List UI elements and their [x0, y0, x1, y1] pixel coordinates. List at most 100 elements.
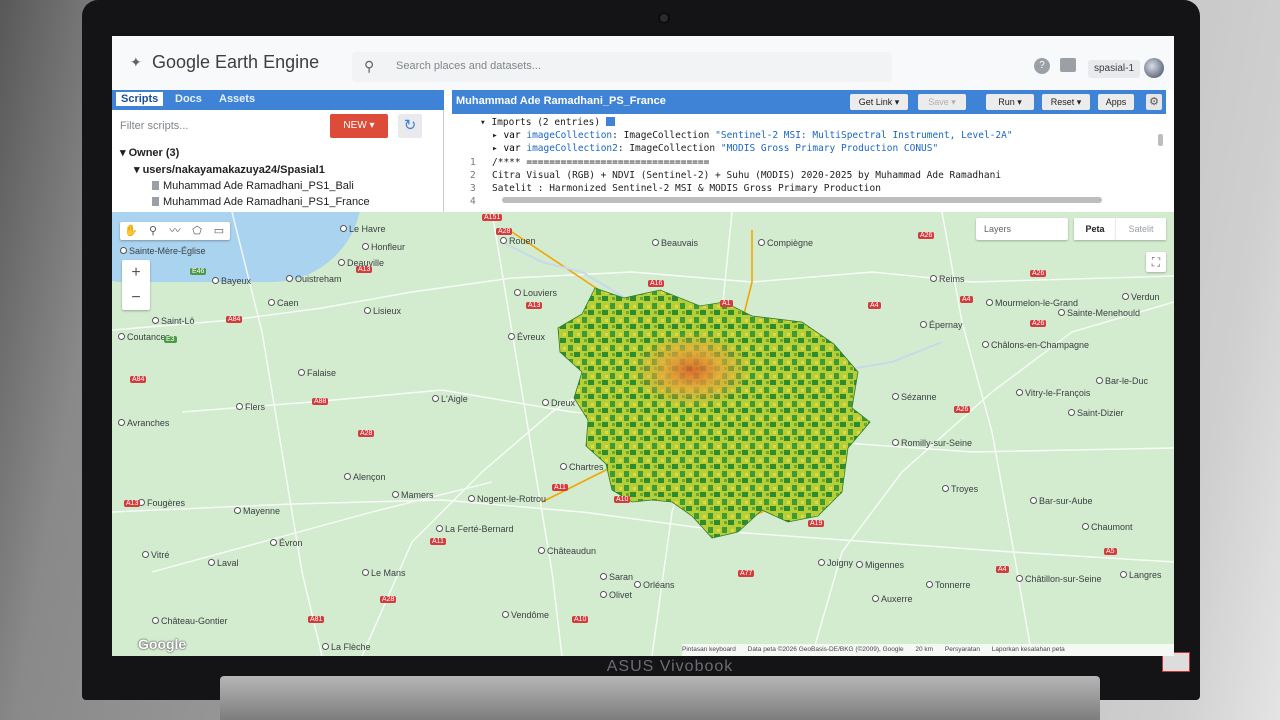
editor-hscrollbar[interactable]	[502, 197, 1102, 203]
import-row[interactable]: ▸ var imageCollection: ImageCollection "…	[492, 130, 1013, 141]
pan-hand-icon[interactable]: ✋	[124, 224, 138, 238]
layers-button[interactable]: Layers	[976, 218, 1068, 240]
app-header: ✦ Google Earth Engine ⚲ Search places an…	[112, 36, 1174, 90]
road-shield: A1	[720, 300, 733, 307]
new-button[interactable]: NEW ▾	[330, 114, 388, 138]
place-label: Saint-Dizier	[1068, 408, 1124, 418]
road-shield: A88	[312, 398, 329, 405]
tree-file[interactable]: Muhammad Ade Ramadhani_PS1_Bali	[152, 180, 354, 192]
road-shield: A28	[496, 228, 513, 235]
place-label: La Flèche	[322, 642, 371, 652]
google-logo: Google	[138, 636, 187, 652]
place-label: Orléans	[634, 580, 675, 590]
place-label: Fougères	[138, 498, 185, 508]
place-label: Migennes	[856, 560, 904, 570]
tab-scripts[interactable]: Scripts	[116, 92, 164, 106]
road-shield: A4	[868, 302, 881, 309]
webcam	[658, 12, 670, 24]
save-button[interactable]: Save ▾	[918, 94, 966, 110]
help-icon[interactable]: ?	[1034, 58, 1050, 74]
place-label: Châlons-en-Champagne	[982, 340, 1089, 350]
place-label: Nogent-le-Rotrou	[468, 494, 546, 504]
search-input[interactable]: Search places and datasets...	[396, 60, 541, 72]
zoom-in-button[interactable]: +	[122, 260, 150, 285]
ile-de-france-ndvi-overlay	[557, 287, 871, 539]
place-label: Troyes	[942, 484, 978, 494]
line-draw-icon[interactable]: 〰	[168, 224, 182, 238]
tab-assets[interactable]: Assets	[219, 93, 255, 105]
tab-docs[interactable]: Docs	[175, 93, 202, 105]
road-shield: A28	[380, 596, 397, 603]
place-label: Le Mans	[362, 568, 406, 578]
place-label: Falaise	[298, 368, 336, 378]
report-error-link[interactable]: Laporkan kesalahan peta	[992, 646, 1065, 653]
import-row[interactable]: ▸ var imageCollection2: ImageCollection …	[492, 143, 938, 154]
feedback-icon[interactable]	[1060, 58, 1076, 72]
place-label: Flers	[236, 402, 265, 412]
polygon-draw-icon[interactable]: ⬠	[190, 224, 204, 238]
place-label: Mourmelon-le-Grand	[986, 298, 1078, 308]
map-view[interactable]: Le Havre Honfleur Rouen Beauvais Compièg…	[112, 212, 1174, 656]
road-shield: A26	[954, 406, 971, 413]
imports-header[interactable]: ▾ Imports (2 entries)	[480, 117, 615, 128]
code-line[interactable]: Satelit : Harmonized Sentinel-2 MSI & MO…	[492, 183, 881, 194]
drawing-tools: ✋ ⚲ 〰 ⬠ ▭	[120, 222, 230, 240]
place-label: Compiègne	[758, 238, 813, 248]
place-label: Épernay	[920, 320, 963, 330]
apps-button[interactable]: Apps	[1098, 94, 1134, 110]
run-button[interactable]: Run ▾	[986, 94, 1034, 110]
gear-icon[interactable]: ⚙	[1146, 94, 1162, 110]
place-label: Honfleur	[362, 242, 405, 252]
code-editor: Muhammad Ade Ramadhani_PS_France Get Lin…	[452, 90, 1166, 212]
line-number: 2	[470, 170, 476, 181]
search-bar[interactable]: ⚲ Search places and datasets...	[352, 52, 892, 82]
tree-repo[interactable]: ▾ users/nakayamakazuya24/Spasial1	[134, 163, 325, 176]
editor-vscrollbar[interactable]	[1158, 134, 1163, 146]
place-label: Reims	[930, 274, 965, 284]
reset-button[interactable]: Reset ▾	[1042, 94, 1090, 110]
search-icon: ⚲	[364, 58, 375, 74]
zoom-out-button[interactable]: −	[122, 285, 150, 310]
map-type-satellite-button[interactable]: Satelit	[1116, 218, 1166, 240]
imports-doc-icon[interactable]	[605, 117, 615, 126]
filter-scripts-input[interactable]: Filter scripts...	[120, 120, 188, 132]
keyboard-shortcuts-link[interactable]: Pintasan keyboard	[682, 646, 736, 653]
place-label: Olivet	[600, 590, 632, 600]
road-shield: A84	[130, 376, 147, 383]
place-label: Mayenne	[234, 506, 280, 516]
terms-link[interactable]: Persyaratan	[945, 646, 980, 653]
file-icon	[152, 181, 159, 190]
rectangle-draw-icon[interactable]: ▭	[212, 224, 226, 238]
place-label: Le Havre	[340, 224, 386, 234]
fullscreen-icon[interactable]: ⛶	[1146, 252, 1166, 272]
tree-file[interactable]: Muhammad Ade Ramadhani_PS1_France	[152, 196, 370, 208]
refresh-icon[interactable]: ↻	[398, 114, 422, 138]
map-data-credit: Data peta ©2026 GeoBasis-DE/BKG (©2009),…	[747, 646, 904, 653]
place-label: Vendôme	[502, 610, 549, 620]
place-label: Caen	[268, 298, 299, 308]
place-label: Bayeux	[212, 276, 251, 286]
road-shield: A11	[430, 538, 446, 545]
place-label: Auxerre	[872, 594, 913, 604]
line-number: 1	[470, 157, 476, 168]
tree-owner[interactable]: ▾ Owner (3)	[120, 146, 179, 159]
place-label: Beauvais	[652, 238, 698, 248]
line-number: 4	[470, 196, 476, 207]
map-type-map-button[interactable]: Peta	[1074, 218, 1116, 240]
road-shield: A28	[358, 430, 375, 437]
get-link-button[interactable]: Get Link ▾	[850, 94, 908, 110]
avatar[interactable]	[1144, 58, 1164, 78]
marker-icon[interactable]: ⚲	[146, 224, 160, 238]
place-label: Ouistreham	[286, 274, 342, 284]
road-shield: A11	[552, 484, 568, 491]
user-menu[interactable]: spasial-1	[1088, 60, 1140, 78]
place-label: Avranches	[118, 418, 169, 428]
screen: ✦ Google Earth Engine ⚲ Search places an…	[112, 36, 1174, 656]
place-label: Sainte-Menehould	[1058, 308, 1140, 318]
code-line[interactable]: /**** ================================	[492, 157, 709, 168]
road-shield: A84	[226, 316, 243, 323]
road-shield: A26	[1030, 270, 1047, 277]
earth-engine-logo-icon: ✦	[130, 54, 142, 70]
road-shield: A4	[996, 566, 1009, 573]
code-line[interactable]: Citra Visual (RGB) + NDVI (Sentinel-2) +…	[492, 170, 1001, 181]
